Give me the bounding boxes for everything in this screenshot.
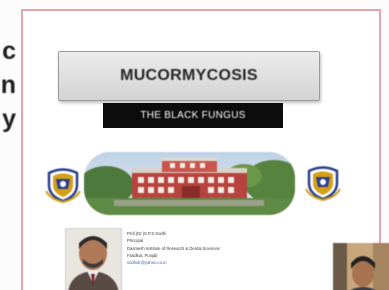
- subtitle-box: THE BLACK FUNGUS: [103, 103, 283, 128]
- slide-title: MUCORMYCOSIS: [120, 67, 258, 84]
- slide-subtitle: THE BLACK FUNGUS: [140, 110, 246, 121]
- speaker-details: Prof.(Dr.)S.P.S Sodhi Principal Dasmesh …: [127, 230, 337, 266]
- side-text-line: c: [2, 37, 16, 65]
- presentation-slide: MUCORMYCOSIS THE BLACK FUNGUS Prof.(Dr.)…: [21, 9, 389, 290]
- speaker-name: Prof.(Dr.)S.P.S Sodhi: [127, 231, 167, 236]
- cropped-side-text: c n y: [0, 34, 16, 136]
- campus-building-photo: [84, 152, 295, 215]
- video-frame: c n y MUCORMYCOSIS THE BLACK FUNGUS Prof…: [0, 0, 389, 290]
- side-text-line: y: [2, 105, 16, 133]
- title-box: MUCORMYCOSIS: [58, 51, 320, 101]
- speaker-location: Faridkot, Punjab: [127, 252, 158, 258]
- participant-video-thumbnail: [333, 243, 389, 290]
- speaker-portrait: [65, 228, 122, 290]
- crest-emblem-icon: [44, 163, 82, 204]
- crest-emblem-icon: [304, 161, 342, 202]
- speaker-role: Principal: [127, 238, 144, 244]
- side-text-line: n: [0, 71, 16, 99]
- speaker-institution: Dasmesh Institute of Research & Dental S…: [127, 245, 220, 251]
- speaker-email: sodhidr@yahoo.co.in: [127, 260, 167, 266]
